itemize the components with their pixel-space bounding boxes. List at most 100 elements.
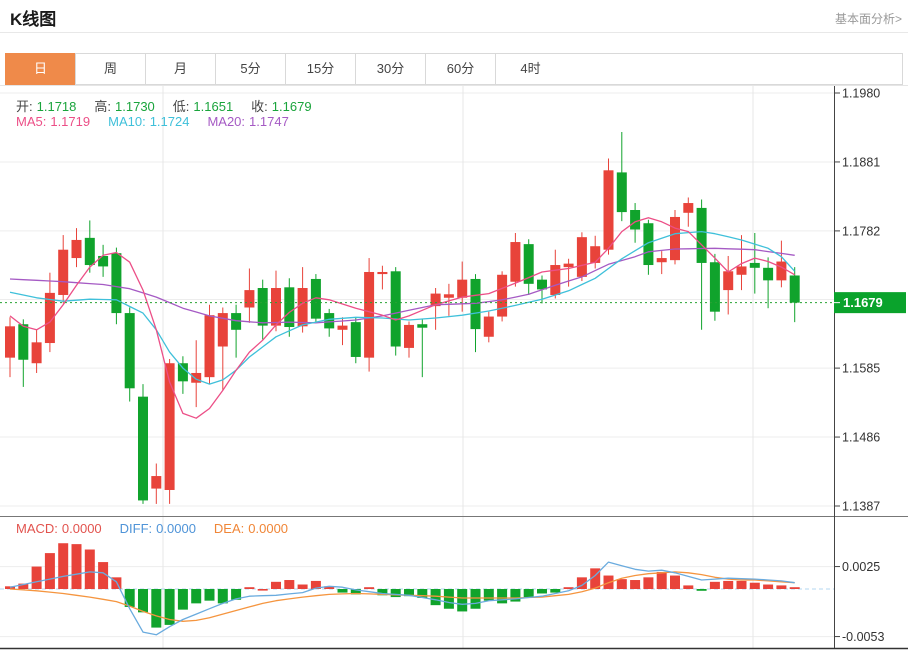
macd-bar xyxy=(484,589,494,601)
candle-body xyxy=(776,262,786,281)
macd-bar xyxy=(205,589,215,601)
axis-tick-label: 1.1980 xyxy=(842,87,880,101)
candle-body xyxy=(617,172,627,212)
candle-body xyxy=(178,363,188,381)
candle-body xyxy=(244,290,254,307)
macd-bar xyxy=(710,582,720,589)
macd-bar xyxy=(790,587,800,589)
candle-body xyxy=(284,287,294,327)
candle-body xyxy=(763,268,773,281)
candle-body xyxy=(111,253,121,313)
axis-tick-label: 1.1486 xyxy=(842,431,880,445)
axis-tick-label: 1.1782 xyxy=(842,224,880,238)
candle-body xyxy=(564,264,574,267)
macd-bar xyxy=(298,585,308,589)
macd-bar xyxy=(457,589,467,611)
macd-bar xyxy=(697,589,707,591)
candle-body xyxy=(683,203,693,213)
macd-bar xyxy=(58,543,68,589)
macd-bar xyxy=(630,580,640,589)
candle-body xyxy=(58,250,68,295)
macd-bar xyxy=(683,585,693,589)
macd-bar xyxy=(138,589,148,612)
candle-body xyxy=(151,476,161,489)
macd-bar xyxy=(45,553,55,589)
macd-bar xyxy=(284,580,294,589)
candle-body xyxy=(364,272,374,358)
macd-bar xyxy=(72,544,82,589)
axis-tick-label: 1.1387 xyxy=(842,500,880,514)
macd-bar xyxy=(776,585,786,589)
candle-body xyxy=(750,263,760,268)
tab-period-周[interactable]: 周 xyxy=(75,53,146,85)
macd-bar xyxy=(364,587,374,589)
axis-tick-label: -0.0053 xyxy=(842,630,884,644)
macd-bar xyxy=(723,581,733,589)
tab-period-30分[interactable]: 30分 xyxy=(355,53,426,85)
candle-body xyxy=(32,342,42,363)
macd-bar xyxy=(670,576,680,589)
candle-body xyxy=(338,326,348,330)
macd-bar xyxy=(657,572,667,589)
candle-body xyxy=(324,313,334,328)
macd-bar xyxy=(85,550,95,589)
candle-body xyxy=(377,272,387,274)
macd-bar xyxy=(218,589,228,603)
candle-body xyxy=(510,242,520,282)
axis-tick-label: 1.1585 xyxy=(842,362,880,376)
tab-period-日[interactable]: 日 xyxy=(5,53,76,85)
tab-period-5分[interactable]: 5分 xyxy=(215,53,286,85)
y-axis-labels: 1.1980 1.1881 1.1782 1.1585 1.1486 1.1387 0.00… xyxy=(834,87,884,645)
chart-canvas[interactable]: 1.1980 1.1881 1.1782 1.1585 1.1486 1.1387 0.00… xyxy=(0,0,908,652)
candle-body xyxy=(258,288,268,326)
candle-body xyxy=(351,322,361,357)
tab-period-60分[interactable]: 60分 xyxy=(425,53,496,85)
candle-body xyxy=(457,280,467,298)
candle-body xyxy=(497,275,507,317)
candle-body xyxy=(697,208,707,263)
macd-bar xyxy=(444,589,454,609)
macd-bar xyxy=(737,581,747,589)
tab-period-15分[interactable]: 15分 xyxy=(285,53,356,85)
tabbar-filler xyxy=(565,53,903,85)
candle-body xyxy=(18,324,28,360)
macd-bar xyxy=(271,582,281,589)
candle-body xyxy=(5,326,15,357)
candle-body xyxy=(723,271,733,290)
candle-body xyxy=(191,373,201,383)
candle-body xyxy=(604,170,614,249)
macd-bar xyxy=(643,577,653,589)
tab-period-4时[interactable]: 4时 xyxy=(495,53,566,85)
candle-body xyxy=(417,324,427,327)
macd-bar xyxy=(471,589,481,609)
fundamental-analysis-link[interactable]: 基本面分析> xyxy=(835,10,902,27)
candle-body xyxy=(444,294,454,297)
macd-histogram xyxy=(5,543,800,627)
axis-tick-label: 1.1881 xyxy=(842,155,880,169)
current-price-label: 1.1679 xyxy=(843,295,883,310)
macd-bar xyxy=(338,589,348,593)
macd-bar xyxy=(258,589,268,591)
macd-bar xyxy=(497,589,507,603)
candle-body xyxy=(670,217,680,260)
candle-body xyxy=(72,240,82,258)
candle-body xyxy=(590,246,600,263)
candle-body xyxy=(298,288,308,326)
current-price-tag: 1.1679 xyxy=(834,292,906,313)
candle-body xyxy=(484,317,494,337)
tab-period-月[interactable]: 月 xyxy=(145,53,216,85)
candle-body xyxy=(737,266,747,274)
macd-bar xyxy=(617,579,627,589)
macd-bar xyxy=(550,589,560,593)
macd-bar xyxy=(32,567,42,589)
macd-bar xyxy=(178,589,188,610)
candle-body xyxy=(577,237,587,277)
kline-widget: 1.1980 1.1881 1.1782 1.1585 1.1486 1.1387 0.00… xyxy=(0,0,908,652)
axis-tick-label: 0.0025 xyxy=(842,560,880,574)
page-title: K线图 xyxy=(10,5,56,30)
macd-bar xyxy=(391,589,401,597)
macd-bar xyxy=(244,587,254,589)
candle-body xyxy=(271,288,281,326)
candle-body xyxy=(630,210,640,230)
period-tabbar: 日周月5分15分30分60分4时 xyxy=(5,53,903,85)
